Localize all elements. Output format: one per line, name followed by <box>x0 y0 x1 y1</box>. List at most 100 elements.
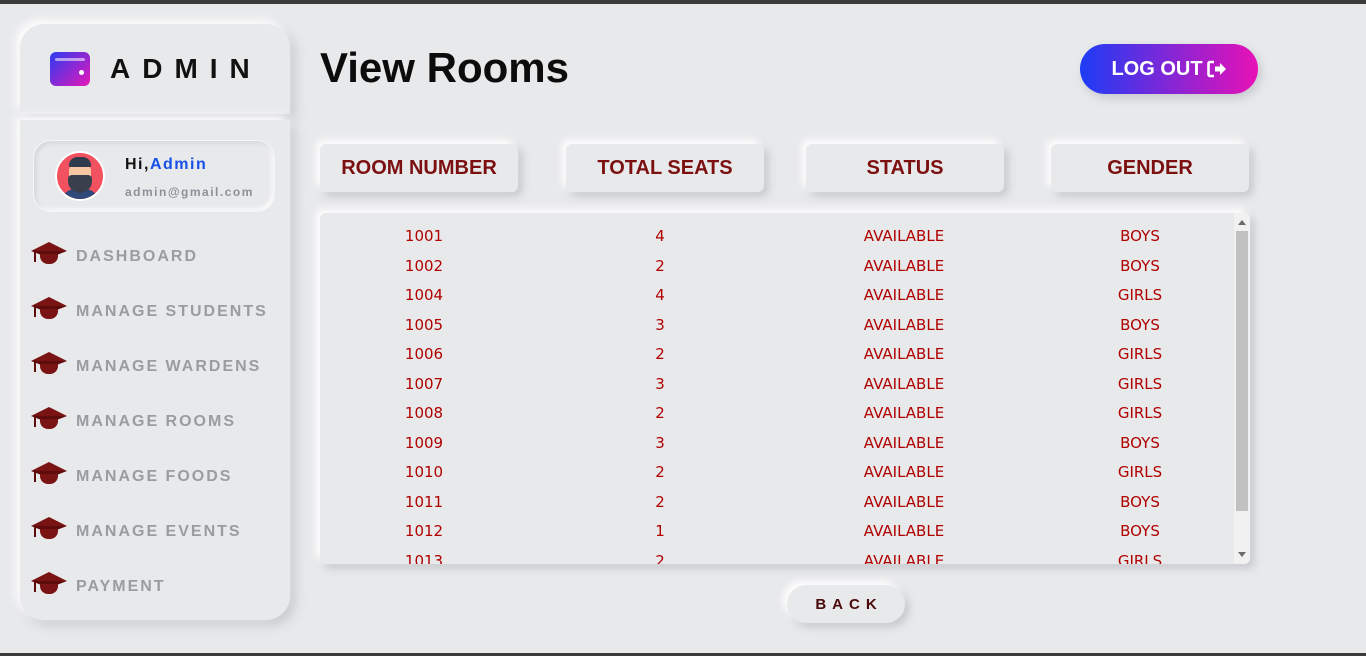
table-row: 1009 3 AVAILABLE BOYS <box>320 434 1234 464</box>
table-cell: 1 <box>655 522 665 540</box>
sidebar-item-manage-rooms[interactable]: MANAGE ROOMS <box>30 403 236 433</box>
table-cell: 1011 <box>404 492 444 511</box>
table-cell: 2 <box>655 463 665 481</box>
table-cell: GIRLS <box>1117 286 1163 304</box>
table-cell: BOYS <box>1120 522 1160 540</box>
table-cell: 1010 <box>404 463 444 481</box>
sidebar-item-dashboard[interactable]: DASHBOARD <box>30 238 198 268</box>
graduation-cap-icon <box>30 295 68 321</box>
table-cell: AVAILABLE <box>863 256 945 275</box>
sidebar-item-label: MANAGE FOODS <box>76 468 233 485</box>
brand-title: ADMIN <box>110 53 262 84</box>
table-scrollbar[interactable] <box>1234 213 1250 564</box>
graduation-cap-icon <box>30 405 68 431</box>
sidebar-item-label: MANAGE STUDENTS <box>76 303 268 320</box>
scroll-up-arrow-icon[interactable] <box>1238 220 1246 225</box>
table-cell: BOYS <box>1120 433 1160 452</box>
column-header-gender: GENDER <box>1051 144 1249 192</box>
table-cell: 2 <box>655 551 665 565</box>
avatar <box>55 151 105 201</box>
table-cell: AVAILABLE <box>863 374 945 393</box>
table-cell: 1007 <box>404 374 444 393</box>
table-row: 1005 3 AVAILABLE BOYS <box>320 316 1234 346</box>
table-cell: 3 <box>655 433 665 452</box>
table-cell: BOYS <box>1120 256 1160 275</box>
table-cell: AVAILABLE <box>863 404 945 422</box>
table-row: 1007 3 AVAILABLE GIRLS <box>320 375 1234 405</box>
table-row: 1013 2 AVAILABLE GIRLS <box>320 552 1234 565</box>
table-row: 1010 2 AVAILABLE GIRLS <box>320 463 1234 493</box>
table-cell: AVAILABLE <box>863 315 945 334</box>
table-cell: 3 <box>655 374 665 393</box>
table-row: 1008 2 AVAILABLE GIRLS <box>320 404 1234 434</box>
table-cell: 1002 <box>404 256 444 275</box>
table-cell: 2 <box>655 404 665 422</box>
table-row: 1006 2 AVAILABLE GIRLS <box>320 345 1234 375</box>
table-cell: GIRLS <box>1117 551 1163 565</box>
rooms-table[interactable]: 1001 4 AVAILABLE BOYS 1002 2 AVAILABLE BOYS 1004… <box>320 213 1250 564</box>
column-header-status: STATUS <box>806 144 1004 192</box>
logout-button[interactable]: LOG OUT <box>1080 44 1258 94</box>
table-cell: 4 <box>655 286 665 304</box>
table-cell: GIRLS <box>1117 463 1163 481</box>
sign-out-icon <box>1206 60 1227 78</box>
table-cell: 1009 <box>404 433 444 452</box>
sidebar-item-manage-wardens[interactable]: MANAGE WARDENS <box>30 348 261 378</box>
sidebar-item-label: MANAGE WARDENS <box>76 358 262 375</box>
graduation-cap-icon <box>30 240 68 266</box>
sidebar-item-label: MANAGE ROOMS <box>76 413 236 430</box>
table-row: 1001 4 AVAILABLE BOYS <box>320 227 1234 257</box>
scroll-thumb[interactable] <box>1236 231 1248 511</box>
table-cell: 1013 <box>404 551 444 565</box>
greeting: Hi,Admin <box>125 156 207 174</box>
back-button[interactable]: BACK <box>787 585 905 623</box>
table-cell: 1005 <box>404 315 444 334</box>
graduation-cap-icon <box>30 350 68 376</box>
table-cell: 2 <box>655 345 665 363</box>
user-email: admin@gmail.com <box>125 185 254 199</box>
column-header-total-seats: TOTAL SEATS <box>566 144 764 192</box>
table-cell: AVAILABLE <box>863 551 945 565</box>
table-cell: 2 <box>655 256 665 275</box>
sidebar-item-manage-students[interactable]: MANAGE STUDENTS <box>30 293 268 323</box>
table-cell: BOYS <box>1120 315 1160 334</box>
table-cell: AVAILABLE <box>863 522 945 540</box>
profile-card: Hi,Admin admin@gmail.com <box>33 140 275 212</box>
table-cell: AVAILABLE <box>863 463 945 481</box>
sidebar: Hi,Admin admin@gmail.com DASHBOARD MANAGE… <box>20 120 290 620</box>
sidebar-item-manage-events[interactable]: MANAGE EVENTS <box>30 513 242 543</box>
scroll-down-arrow-icon[interactable] <box>1238 552 1246 557</box>
graduation-cap-icon <box>30 570 68 596</box>
table-cell: GIRLS <box>1117 404 1163 422</box>
sidebar-item-label: DASHBOARD <box>76 248 198 265</box>
graduation-cap-icon <box>30 515 68 541</box>
sidebar-item-label: PAYMENT <box>76 578 166 595</box>
greeting-prefix: Hi, <box>125 156 150 173</box>
table-row: 1002 2 AVAILABLE BOYS <box>320 257 1234 287</box>
graduation-cap-icon <box>30 460 68 486</box>
table-cell: GIRLS <box>1117 374 1163 393</box>
table-cell: 2 <box>655 492 665 511</box>
table-cell: 1004 <box>404 286 444 304</box>
table-cell: 1001 <box>404 227 444 245</box>
table-cell: 3 <box>655 315 665 334</box>
table-cell: 1012 <box>404 522 444 540</box>
table-cell: BOYS <box>1120 492 1160 511</box>
table-row: 1011 2 AVAILABLE BOYS <box>320 493 1234 523</box>
column-header-room-number: ROOM NUMBER <box>320 144 518 192</box>
table-cell: AVAILABLE <box>863 227 945 245</box>
table-cell: GIRLS <box>1117 345 1163 363</box>
brand-header: ADMIN <box>20 24 290 114</box>
table-cell: AVAILABLE <box>863 286 945 304</box>
table-cell: AVAILABLE <box>863 433 945 452</box>
table-cell: BOYS <box>1120 227 1160 245</box>
logout-label: LOG OUT <box>1111 57 1203 80</box>
sidebar-item-payment[interactable]: PAYMENT <box>30 568 166 598</box>
table-cell: AVAILABLE <box>863 492 945 511</box>
user-name: Admin <box>149 156 208 173</box>
table-cell: AVAILABLE <box>863 345 945 363</box>
window-top-border <box>0 0 1366 4</box>
table-cell: 1008 <box>404 404 444 422</box>
sidebar-item-manage-foods[interactable]: MANAGE FOODS <box>30 458 232 488</box>
table-row: 1012 1 AVAILABLE BOYS <box>320 522 1234 552</box>
